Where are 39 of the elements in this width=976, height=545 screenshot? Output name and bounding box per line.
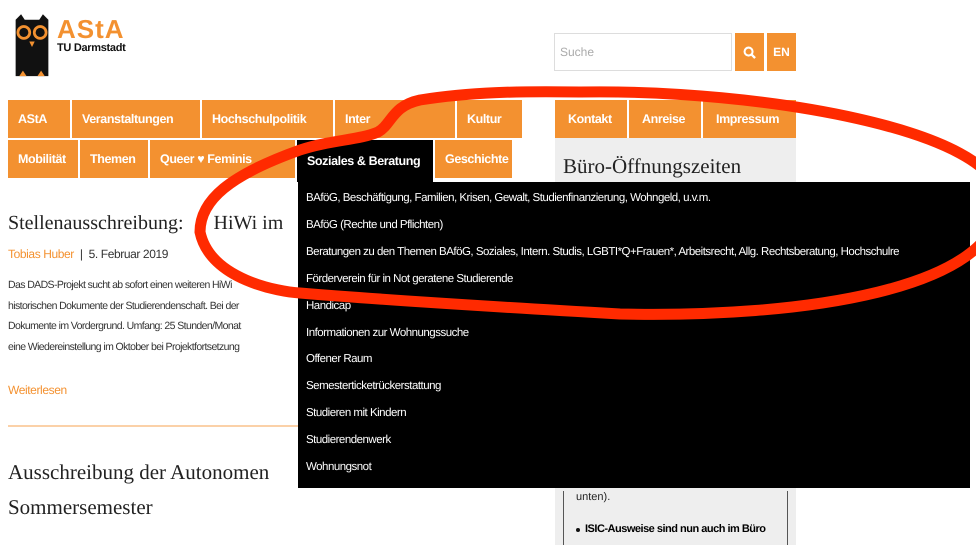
sidebar-heading: Büro-Öffnungszeiten (563, 154, 742, 179)
dropdown-item[interactable]: Semesterticketrückerstattung (306, 375, 441, 402)
dropdown-item[interactable]: Handicap (306, 294, 351, 322)
nav-tab[interactable]: Hochschulpolitik (202, 100, 333, 138)
dropdown-item[interactable]: BAföG, Beschäftigung, Familien, Krisen, Gewalt, Studienfinanzierung, Wohngeld, u.v.m. (306, 187, 711, 214)
nav-tab[interactable]: Themen (80, 140, 148, 178)
post-date: 5. Februar 2019 (88, 247, 168, 261)
dropdown-item[interactable]: Studieren mit Kindern (306, 402, 406, 430)
dropdown-item[interactable]: Informationen zur Wohnungssuche (306, 322, 469, 348)
notice-item: ISIC-Ausweise sind nun auch im Büro (585, 523, 766, 535)
dropdown-item[interactable]: Förderverein für in Not geratene Studierende (306, 268, 513, 295)
nav-tab[interactable]: Geschichte (435, 140, 512, 178)
author-link[interactable]: Tobias Huber (8, 247, 74, 261)
logo-subtitle: TU Darmstadt (57, 42, 126, 54)
article-title[interactable]: Stellenausschreibung: (8, 212, 184, 235)
nav-tab[interactable]: Mobilität (8, 140, 78, 178)
search-icon (743, 46, 756, 58)
search-button[interactable] (735, 33, 764, 71)
logo-title[interactable]: AStA (57, 16, 126, 42)
nav-tab[interactable]: Veranstaltungen (72, 100, 200, 138)
dropdown-item[interactable]: Beratungen zu den Themen BAföG, Soziales, Intern. Studis, LGBTI*Q+Frauen*, Arbeitsrecht, Allg. Rechtsberatung, Hochschulre (306, 240, 900, 268)
nav-tab[interactable]: Anreise (629, 100, 701, 138)
search-field[interactable]: Suche (554, 33, 732, 71)
dropdown-item[interactable]: Wohnungsnot (306, 456, 372, 483)
meta-separator: | (80, 247, 83, 261)
dropdown-item[interactable]: BAföG (Rechte und Pflichten) (306, 214, 443, 241)
language-button[interactable]: EN (767, 33, 796, 71)
nav-tab[interactable]: Kontakt (555, 100, 627, 138)
read-more-link[interactable]: Weiterlesen (8, 383, 67, 397)
article-title[interactable]: HiWi im (214, 212, 284, 235)
dropdown-item[interactable]: Studierendenwerk (306, 429, 391, 456)
bullet-icon (576, 528, 580, 532)
article-title[interactable]: Ausschreibung der Autonomen Sommersemester (8, 455, 270, 525)
notice-text: unten). (576, 491, 612, 503)
article-excerpt: Das DADS-Projekt sucht ab sofort einen weiteren HiWi historischen Dokumente der Studierendenschaft. Bei der Dokumente im Vordergrund. Umfang: 25 Stunden/Monat eine Wiedereinstellung im Oktober bei Projektfortsetzung (8, 278, 241, 354)
dropdown-item[interactable]: Offener Raum (306, 348, 372, 376)
nav-tab[interactable]: AStA (8, 100, 70, 138)
nav-tab[interactable]: Kultur (457, 100, 522, 138)
nav-tab[interactable]: Soziales & Beratung (297, 140, 433, 182)
